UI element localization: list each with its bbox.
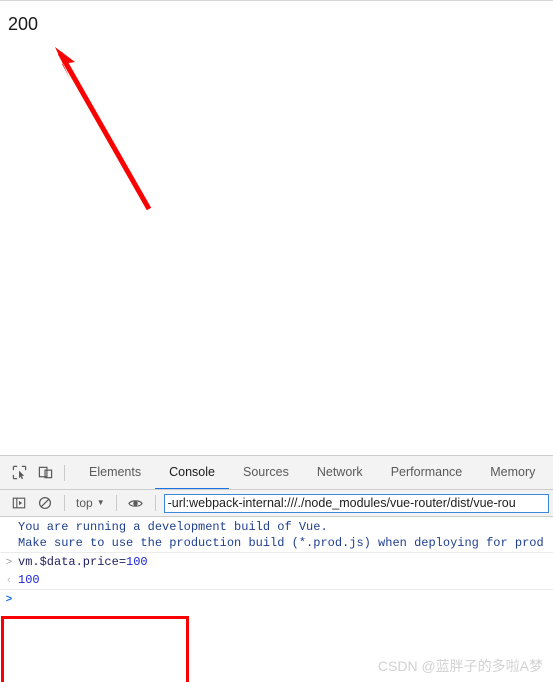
console-message-line-2: Make sure to use the production build (*… xyxy=(18,536,544,550)
tab-console-label: Console xyxy=(169,465,215,479)
console-result-value: 100 xyxy=(18,573,40,587)
tab-network[interactable]: Network xyxy=(303,456,377,489)
live-expression-eye-icon[interactable] xyxy=(123,490,149,516)
red-annotation-arrow xyxy=(55,47,152,211)
tab-memory[interactable]: Memory xyxy=(476,456,549,489)
console-message-line-1: You are running a development build of V… xyxy=(18,520,328,534)
console-input-arrow-icon: > xyxy=(5,556,13,568)
console-toolbar: top ▼ xyxy=(0,490,553,517)
console-input-expression: vm.$data.price=100 xyxy=(18,554,553,570)
devtools-left-tools xyxy=(0,456,75,489)
tab-memory-label: Memory xyxy=(490,465,536,479)
console-input-expression-text: vm.$data.price= xyxy=(18,555,127,569)
tab-sources-label: Sources xyxy=(242,465,289,479)
browser-page-viewport: 200 xyxy=(0,0,553,455)
console-context-selector[interactable]: top ▼ xyxy=(71,494,110,512)
page-price-value: 200 xyxy=(8,14,39,34)
console-prompt-arrow-icon: > xyxy=(5,593,13,605)
tab-sources[interactable]: Sources xyxy=(229,456,303,489)
console-result-row: ‹ 100 xyxy=(0,571,553,589)
console-toolbar-divider-1 xyxy=(64,495,65,511)
tab-performance[interactable]: Performance xyxy=(377,456,477,489)
csdn-watermark: CSDN @蓝胖子的多啦A梦 xyxy=(377,658,543,674)
console-input-row[interactable]: > vm.$data.price=100 xyxy=(0,552,553,571)
console-toolbar-divider-2 xyxy=(115,495,117,511)
console-sidebar-icon[interactable] xyxy=(6,490,32,516)
devtools-tabbar: Elements Console Sources Network Perform… xyxy=(0,456,553,490)
tab-elements[interactable]: Elements xyxy=(75,456,155,489)
tab-elements-label: Elements xyxy=(89,465,142,479)
red-annotation-rectangle xyxy=(1,616,189,682)
tab-performance-label: Performance xyxy=(390,465,463,479)
clear-console-icon[interactable] xyxy=(32,490,58,516)
chevron-down-icon: ▼ xyxy=(96,498,105,507)
device-toolbar-icon[interactable] xyxy=(32,460,58,486)
toolbar-divider xyxy=(64,464,65,481)
console-context-label: top xyxy=(76,496,93,510)
inspect-element-icon[interactable] xyxy=(6,460,32,486)
console-filter-input[interactable] xyxy=(163,493,549,513)
console-result-arrow-icon: ‹ xyxy=(7,574,11,586)
tab-network-label: Network xyxy=(316,465,363,479)
devtools-tab-list: Elements Console Sources Network Perform… xyxy=(75,456,553,489)
console-message-vue-dev-build: You are running a development build of V… xyxy=(0,517,553,552)
devtools-panel: Elements Console Sources Network Perform… xyxy=(0,455,553,682)
console-toolbar-divider-3 xyxy=(154,495,156,511)
console-prompt-row[interactable]: > xyxy=(0,589,553,608)
tab-console[interactable]: Console xyxy=(155,456,229,489)
console-input-expression-number: 100 xyxy=(126,555,148,569)
